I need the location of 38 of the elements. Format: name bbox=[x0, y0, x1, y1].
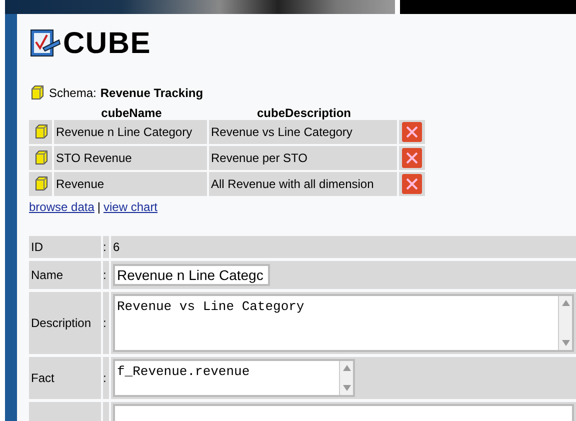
delete-button[interactable] bbox=[402, 174, 422, 194]
column-header: cubeDescription bbox=[256, 106, 352, 120]
field-value: 6 bbox=[113, 239, 120, 256]
field-label bbox=[29, 402, 101, 421]
field-separator: : bbox=[103, 261, 109, 289]
table-cell: Revenue per STO bbox=[209, 146, 397, 170]
cube-icon bbox=[29, 85, 45, 101]
column-header: cubeName bbox=[101, 106, 162, 120]
field-label: Fact bbox=[29, 357, 101, 399]
field-separator: : bbox=[103, 357, 109, 399]
schema-label: Schema: bbox=[49, 85, 96, 102]
field-separator bbox=[103, 402, 109, 421]
textarea[interactable] bbox=[113, 404, 574, 421]
field-separator: : bbox=[103, 292, 109, 354]
fact-textarea[interactable]: f_Revenue.revenue bbox=[113, 359, 355, 397]
description-textarea[interactable]: Revenue vs Line Category bbox=[113, 294, 574, 352]
delete-button[interactable] bbox=[402, 122, 422, 142]
page-title: CUBE bbox=[63, 28, 152, 60]
schema-name: Revenue Tracking bbox=[100, 85, 204, 102]
scrollbar-icon[interactable] bbox=[339, 361, 353, 395]
table-cell[interactable]: Revenue bbox=[54, 172, 207, 196]
cube-icon bbox=[32, 150, 48, 166]
table-cell[interactable]: Revenue n Line Category bbox=[54, 120, 207, 144]
field-label: ID bbox=[29, 236, 101, 258]
link[interactable]: view chart bbox=[104, 198, 158, 216]
table-cell: All Revenue with all dimension bbox=[209, 172, 397, 196]
cube-icon bbox=[32, 124, 48, 140]
table-cell: Revenue vs Line Category bbox=[209, 120, 397, 144]
field-label: Description bbox=[29, 292, 101, 354]
cube-icon bbox=[32, 176, 48, 192]
delete-button[interactable] bbox=[402, 148, 422, 168]
link[interactable]: browse data bbox=[29, 198, 94, 216]
scrollbar-icon[interactable] bbox=[558, 296, 572, 350]
field-label: Name bbox=[29, 261, 101, 289]
table-cell[interactable]: STO Revenue bbox=[54, 146, 207, 170]
name-input[interactable]: Revenue n Line Categc bbox=[113, 264, 270, 286]
link-separator: | bbox=[97, 199, 100, 216]
field-separator: : bbox=[103, 236, 109, 258]
